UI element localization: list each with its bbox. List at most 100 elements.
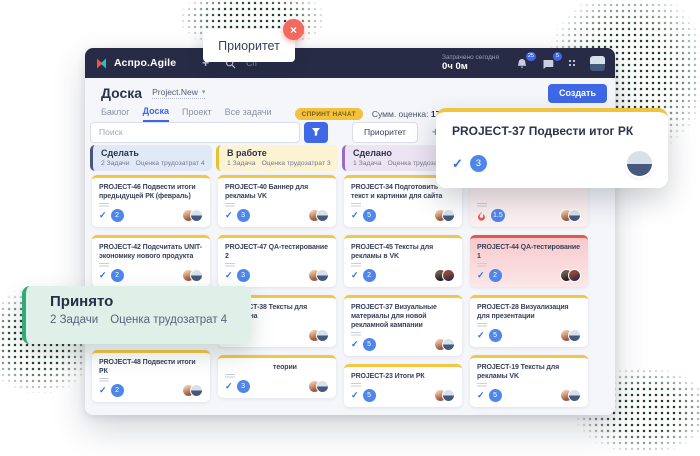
time-tracker-value: 0ч 0м [442,61,499,72]
description-icon [351,332,361,336]
user-avatar[interactable] [590,56,605,71]
avatar [316,209,329,222]
time-tracker: Затрачено сегодня 0ч 0м [442,54,499,72]
description-icon [351,383,361,387]
estimate-badge: 5 [363,338,376,351]
task-card[interactable]: PROJECT-37 Визуальные материалы для ново… [344,295,462,356]
column-in-progress: В работе 1 ЗадачаОценка трудозатрат 3 PR… [216,145,338,406]
estimate-badge: 2 [111,269,124,282]
estimate-badge: 2 [489,269,502,282]
chevron-down-icon: ▾ [202,88,206,96]
description-icon [477,323,487,327]
assignee-avatars [560,389,581,402]
estimate-badge: 3 [237,269,250,282]
messages-badge: 5 [553,52,562,61]
avatar [442,269,455,282]
tab-backlog[interactable]: Баклог [101,107,130,121]
topbar: Аспро.Agile + Сп Затрачено сегодня 0ч 0м… [85,48,615,78]
estimate-badge: 5 [489,389,502,402]
tab-board[interactable]: Доска [143,106,169,122]
project-selector[interactable]: Project.New ▾ [152,87,205,99]
task-card[interactable]: PROJECT-44 QA-тестирование 1 ✓2 [470,235,588,287]
callout-card-footer: ✓ 3 [452,151,652,176]
priority-tooltip-label: Приоритет [218,39,280,53]
check-icon: ✓ [477,330,485,341]
priority-tooltip: Приоритет × [203,29,295,62]
check-icon: ✓ [225,210,233,221]
column-header-todo[interactable]: Сделать 2 ЗадачиОценка трудозатрат 4 [90,145,212,171]
avatar [568,329,581,342]
assignee-avatars [434,269,455,282]
fire-icon [477,211,486,221]
column-todo: Сделать 2 ЗадачиОценка трудозатрат 4 PRO… [90,145,212,410]
page-title: Доска [101,85,142,101]
priority-filter-chip[interactable]: Приоритет [352,122,418,143]
messages-icon[interactable]: 5 [542,57,555,70]
assignee-avatars [308,380,329,393]
close-icon[interactable]: × [283,19,304,40]
tab-project[interactable]: Проект [182,107,212,121]
check-icon: ✓ [225,381,233,392]
project-name: Project.New [152,87,198,97]
apps-grid-icon[interactable] [568,59,577,68]
estimate-badge: 3 [237,380,250,393]
check-icon: ✓ [225,270,233,281]
filter-button[interactable] [304,122,328,143]
avatar [442,209,455,222]
avatar [316,269,329,282]
task-card[interactable]: PROJECT-45 Тексты для рекламы в VK ✓2 [344,235,462,287]
estimate-badge: 5 [489,329,502,342]
funnel-icon [311,127,321,137]
notifications-badge: 25 [526,52,536,61]
avatar [442,389,455,402]
assignee-avatars [182,269,203,282]
callout-card-title: PROJECT-37 Подвести итог РК [452,124,652,138]
avatar [568,269,581,282]
assignee-avatars [560,269,581,282]
description-icon [99,263,109,267]
avatar [442,338,455,351]
column-cards: 1.5 PROJECT-44 QA-тестирование 1 ✓2 PROJ… [468,175,590,415]
assignee-avatars [182,209,203,222]
task-card[interactable]: PROJECT-23 Итоги РК ✓5 [344,364,462,407]
task-card[interactable]: теории ✓3 [218,355,336,398]
create-button[interactable]: Создать [548,84,607,103]
tab-all-tasks[interactable]: Все задачи [225,107,272,121]
column-cards: PROJECT-34 Подготовить текст и картинки … [342,175,464,415]
check-icon: ✓ [99,210,107,221]
notifications-bell-icon[interactable]: 25 [516,57,529,70]
accepted-meta: 2 Задачи Оценка трудозатрат 4 [50,314,239,326]
avatar [627,151,652,176]
task-card-callout[interactable]: PROJECT-37 Подвести итог РК ✓ 3 [436,108,668,188]
column-header-in-progress[interactable]: В работе 1 ЗадачаОценка трудозатрат 3 [216,145,338,171]
task-card[interactable]: PROJECT-19 Тексты для рекламы VK ✓5 [470,355,588,407]
task-card[interactable]: PROJECT-47 QA-тестирование 2 ✓3 [218,235,336,287]
time-tracker-label: Затрачено сегодня [442,54,499,61]
description-icon [351,203,361,207]
accepted-title: Принято [50,293,239,310]
task-card[interactable]: PROJECT-46 Подвести итоги предыдущей РК … [92,175,210,227]
app-window: Аспро.Agile + Сп Затрачено сегодня 0ч 0м… [85,48,615,415]
check-icon: ✓ [99,385,107,396]
task-card[interactable]: PROJECT-48 Подвести итоги РК ✓2 [92,350,210,402]
avatar [190,269,203,282]
estimate-badge: 5 [363,389,376,402]
avatar [568,209,581,222]
avatar [190,209,203,222]
check-icon: ✓ [99,270,107,281]
task-card[interactable]: PROJECT-42 Подсчитать UNIT-экономику нов… [92,235,210,287]
topbar-right: Затрачено сегодня 0ч 0м 25 5 [442,54,605,72]
check-icon: ✓ [477,390,485,401]
assignee-avatars [560,209,581,222]
estimate-badge: 3 [237,209,250,222]
search-input[interactable] [90,122,300,143]
avatar [568,389,581,402]
assignee-avatars [560,329,581,342]
estimate-badge: 3 [470,155,487,172]
brand-logo-icon [95,57,108,70]
accepted-column-callout: Принято 2 Задачи Оценка трудозатрат 4 [22,286,251,344]
task-card[interactable]: PROJECT-40 Баннер для рекламы VK ✓3 [218,175,336,227]
task-card[interactable]: PROJECT-28 Визуализация для презентации … [470,295,588,347]
description-icon [225,263,235,267]
assignee-avatars [434,389,455,402]
